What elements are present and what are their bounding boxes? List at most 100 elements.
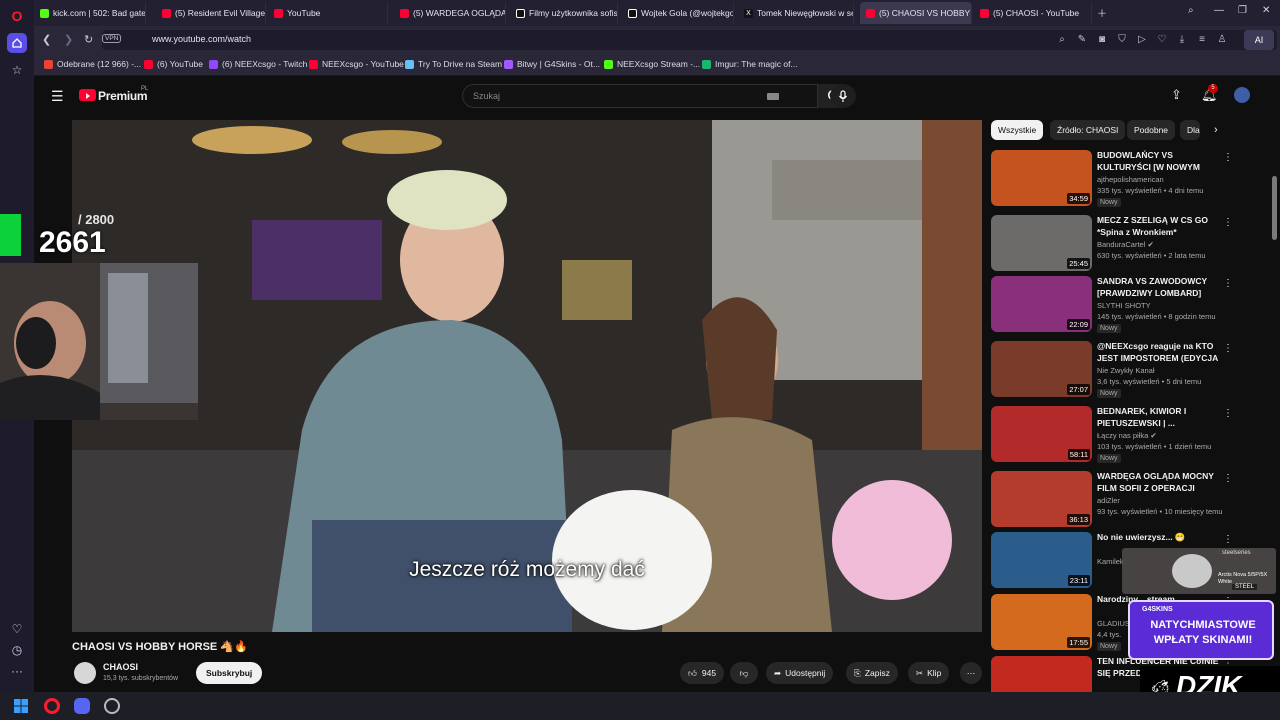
recommended-item[interactable]: 36:13 WARDĘGA OGLĄDA MOCNY FILM SOFII Z O… bbox=[991, 471, 1235, 529]
channel-name[interactable]: adiZler bbox=[1097, 496, 1120, 505]
bookmark[interactable]: Bitwy | G4Skins - Ot... bbox=[504, 59, 600, 69]
heart-icon[interactable]: ♡ bbox=[7, 619, 27, 639]
video-thumbnail[interactable]: 36:13 bbox=[991, 471, 1092, 527]
edit-icon[interactable]: ✎ bbox=[1076, 34, 1088, 46]
chevron-right-icon[interactable]: › bbox=[1214, 124, 1218, 136]
tab[interactable]: Wojtek Gola (@wojtekgo bbox=[622, 2, 734, 24]
youtube-logo-icon[interactable] bbox=[79, 89, 96, 101]
avatar[interactable] bbox=[1234, 87, 1250, 103]
home-icon[interactable] bbox=[7, 33, 27, 53]
bookmark[interactable]: (6) NEEXcsgo - Twitch bbox=[209, 59, 307, 69]
video-title[interactable]: BEDNAREK, KIWIOR I PIETUSZEWSKI | ... bbox=[1097, 406, 1221, 429]
search-icon[interactable]: ⌕ bbox=[1056, 34, 1068, 46]
video-title[interactable]: WARDĘGA OGLĄDA MOCNY FILM SOFII Z OPERAC… bbox=[1097, 471, 1221, 494]
app-taskbar-icon[interactable] bbox=[104, 698, 120, 714]
shield-icon[interactable]: ⛉ bbox=[1116, 34, 1128, 46]
bookmark[interactable]: Odebrane (12 966) -... bbox=[44, 59, 141, 69]
keyboard-icon[interactable] bbox=[767, 93, 779, 100]
channel-name[interactable]: BanduraCartel ✔ bbox=[1097, 240, 1154, 249]
video-title[interactable]: @NEEXcsgo reaguje na KTO JEST IMPOSTOREM… bbox=[1097, 341, 1221, 364]
forward-icon[interactable]: ❯ bbox=[64, 33, 73, 46]
ai-button[interactable]: AI bbox=[1244, 30, 1274, 50]
recommended-item[interactable]: 22:09 SANDRA VS ZAWODOWCY [PRAWDZIWY LOMB… bbox=[991, 276, 1235, 334]
tab[interactable]: (5) WARDEGA OGLĄDA L bbox=[394, 2, 506, 24]
video-thumbnail[interactable] bbox=[991, 656, 1092, 692]
windows-start-icon[interactable] bbox=[14, 699, 28, 713]
recommended-item[interactable]: 25:45 MECZ Z SZELIGĄ W CS GO *Spina z Wro… bbox=[991, 215, 1235, 273]
video-title[interactable]: BUDOWLAŃCY VS KULTURYŚCI [W NOWYM DOMU .… bbox=[1097, 150, 1221, 173]
scrollbar[interactable] bbox=[1272, 176, 1277, 240]
download-icon[interactable]: ⤓ bbox=[1176, 34, 1188, 46]
channel-name[interactable]: Nie Zwykły Kanał bbox=[1097, 366, 1155, 375]
channel-name[interactable]: ajthepolishamerican bbox=[1097, 175, 1164, 184]
history-icon[interactable]: ◷ bbox=[7, 640, 27, 660]
menu-icon[interactable]: ≡ bbox=[1196, 34, 1208, 46]
video-thumbnail[interactable]: 17:55 bbox=[991, 594, 1092, 650]
more-options-icon[interactable]: ⋮ bbox=[1223, 217, 1233, 228]
recommended-item[interactable]: 34:59 BUDOWLAŃCY VS KULTURYŚCI [W NOWYM D… bbox=[991, 150, 1235, 208]
video-title[interactable]: MECZ Z SZELIGĄ W CS GO *Spina z Wronkiem… bbox=[1097, 215, 1221, 238]
more-options-icon[interactable]: ⋮ bbox=[1223, 473, 1233, 484]
more-options-icon[interactable]: ⋮ bbox=[1223, 534, 1233, 545]
tab[interactable]: (5) CHAOSI - YouTube bbox=[974, 2, 1092, 24]
channel-name[interactable]: GLADIUS bbox=[1097, 619, 1130, 628]
more-options-icon[interactable]: ⋮ bbox=[1223, 408, 1233, 419]
subscribe-button[interactable]: Subskrybuj bbox=[196, 662, 263, 684]
more-icon[interactable]: ··· bbox=[7, 661, 27, 681]
tab[interactable]: Filmy użytkownika sofisiv bbox=[510, 2, 618, 24]
tab[interactable]: (5) Resident Evil Village - / bbox=[156, 2, 266, 24]
dislike-button[interactable]: 👎︎ bbox=[730, 662, 758, 684]
more-options-icon[interactable]: ⋮ bbox=[1223, 152, 1233, 163]
clip-button[interactable]: ✂ Klip bbox=[908, 662, 950, 684]
bookmark[interactable]: NEEXcsgo Stream -... bbox=[604, 59, 700, 69]
channel-name[interactable]: SLYTHI SHOTY bbox=[1097, 301, 1151, 310]
tab-active[interactable]: (5) CHAOSI VS HOBBY bbox=[860, 2, 972, 24]
profile-icon[interactable]: ♙ bbox=[1216, 34, 1228, 46]
video-thumbnail[interactable]: 25:45 bbox=[991, 215, 1092, 271]
video-thumbnail[interactable]: 58:11 bbox=[991, 406, 1092, 462]
video-title[interactable]: No nie uwierzysz... 😁 bbox=[1097, 532, 1221, 544]
channel-avatar[interactable] bbox=[74, 662, 96, 684]
chip-source[interactable]: Źródło: CHAOSI bbox=[1050, 120, 1126, 140]
voice-search-button[interactable] bbox=[830, 84, 856, 108]
bookmark[interactable]: Imgur: The magic of... bbox=[702, 59, 798, 69]
camera-icon[interactable]: ◙ bbox=[1096, 34, 1108, 46]
minimize-button[interactable]: — bbox=[1214, 5, 1224, 16]
more-actions-button[interactable]: ⋯ bbox=[960, 662, 982, 684]
more-options-icon[interactable]: ⋮ bbox=[1223, 278, 1233, 289]
channel-name[interactable]: Kamilek bbox=[1097, 557, 1124, 566]
discord-taskbar-icon[interactable] bbox=[74, 698, 90, 714]
premium-label[interactable]: Premium bbox=[98, 89, 148, 103]
save-button[interactable]: ⎘ Zapisz bbox=[846, 662, 898, 684]
video-player[interactable]: Jeszcze róż możemy dać bbox=[72, 120, 982, 632]
restore-button[interactable]: ❐ bbox=[1238, 5, 1247, 16]
tab[interactable]: X Tomek Niewęgłowski w se bbox=[738, 2, 854, 24]
bookmark[interactable]: NEEXcsgo - YouTube bbox=[309, 59, 404, 69]
chip-for-you[interactable]: Dla bbox=[1180, 120, 1200, 140]
reload-icon[interactable]: ↻ bbox=[84, 33, 93, 46]
bookmark[interactable]: (6) YouTube bbox=[144, 59, 203, 69]
vpn-badge[interactable]: VPN bbox=[102, 34, 122, 43]
new-tab-button[interactable]: ＋ bbox=[1097, 5, 1107, 20]
video-thumbnail[interactable]: 22:09 bbox=[991, 276, 1092, 332]
chip-all[interactable]: Wszystkie bbox=[991, 120, 1044, 140]
hamburger-menu-icon[interactable]: ☰ bbox=[51, 88, 64, 105]
video-title[interactable]: SANDRA VS ZAWODOWCY [PRAWDZIWY LOMBARD] bbox=[1097, 276, 1221, 299]
url-text[interactable]: www.youtube.com/watch bbox=[152, 34, 251, 44]
search-tabs-icon[interactable]: ⌕ bbox=[1188, 5, 1194, 16]
like-button[interactable]: 👍︎ 945 bbox=[680, 662, 725, 684]
upload-icon[interactable]: ⇪ bbox=[1171, 87, 1182, 103]
recommended-item[interactable]: 27:07 @NEEXcsgo reaguje na KTO JEST IMPOS… bbox=[991, 341, 1235, 399]
channel-name[interactable]: Łączy nas piłka ✔ bbox=[1097, 431, 1157, 440]
heart-icon[interactable]: ♡ bbox=[1156, 34, 1168, 46]
more-options-icon[interactable]: ⋮ bbox=[1223, 343, 1233, 354]
star-icon[interactable]: ☆ bbox=[7, 60, 27, 80]
close-button[interactable]: ✕ bbox=[1262, 5, 1270, 16]
chip-related[interactable]: Podobne bbox=[1127, 120, 1176, 140]
share-button[interactable]: ➦ Udostępnij bbox=[766, 662, 834, 684]
opera-logo-icon[interactable]: O bbox=[7, 6, 27, 26]
search-input[interactable]: Szukaj bbox=[462, 84, 818, 108]
play-icon[interactable]: ▷ bbox=[1136, 34, 1148, 46]
tab[interactable]: kick.com | 502: Bad gatew bbox=[34, 2, 146, 24]
channel-name[interactable]: CHAOSI bbox=[103, 662, 138, 672]
